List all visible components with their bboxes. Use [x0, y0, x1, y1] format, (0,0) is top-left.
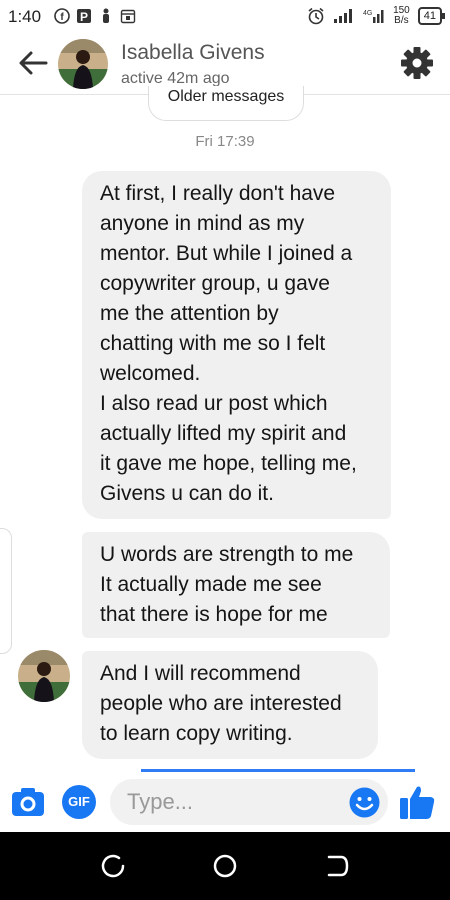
status-time: 1:40 — [8, 7, 42, 26]
system-navigation-bar — [0, 832, 450, 900]
message-input[interactable]: Type... — [110, 779, 388, 825]
notification-icons: f P — [54, 8, 136, 24]
facebook-icon: f — [54, 8, 70, 24]
svg-text:4G: 4G — [363, 10, 372, 17]
battery-indicator: 41 — [417, 7, 446, 25]
back-nav-icon[interactable] — [323, 852, 351, 880]
avatar-photo — [58, 39, 108, 89]
message-bubble[interactable]: U words are strength to me It actually m… — [82, 532, 390, 638]
alarm-icon — [308, 7, 324, 25]
person-icon — [103, 8, 109, 23]
gear-icon[interactable] — [400, 46, 434, 80]
signal-icon — [334, 9, 353, 23]
recent-apps-icon[interactable] — [99, 852, 127, 880]
p-app-icon: P — [77, 9, 91, 24]
sender-avatar[interactable] — [18, 650, 70, 702]
avatar-photo — [18, 650, 70, 702]
status-right: 4G 150 B/s 41 — [307, 6, 446, 26]
message-input-placeholder: Type... — [127, 789, 194, 814]
status-bar: 1:40 f P 4G 150 B/s 41 — [0, 0, 450, 34]
gif-button[interactable]: GIF — [62, 785, 96, 819]
svg-text:P: P — [80, 10, 88, 24]
home-icon[interactable] — [211, 852, 239, 880]
svg-text:f: f — [60, 12, 64, 23]
message-bubble[interactable]: At first, I really don't have anyone in … — [82, 171, 391, 519]
message-bubble[interactable]: And I will recommend people who are inte… — [82, 651, 378, 759]
camera-icon[interactable] — [11, 785, 45, 819]
emoji-icon[interactable] — [349, 787, 380, 818]
message-composer: GIF Type... — [0, 772, 450, 832]
contact-avatar[interactable] — [58, 39, 108, 89]
network-speed: 150 B/s — [393, 6, 410, 26]
arrow-left-icon[interactable] — [16, 48, 50, 78]
message-timestamp: Fri 17:39 — [195, 133, 255, 150]
signal-4g-icon: 4G — [363, 10, 384, 23]
older-messages-button[interactable]: Older messages — [148, 86, 304, 121]
contact-name: Isabella Givens — [121, 41, 265, 64]
left-edge-handle — [0, 528, 12, 654]
calendar-icon — [120, 9, 136, 24]
network-speed-unit: B/s — [394, 15, 409, 26]
thumbs-up-icon[interactable] — [398, 783, 436, 821]
